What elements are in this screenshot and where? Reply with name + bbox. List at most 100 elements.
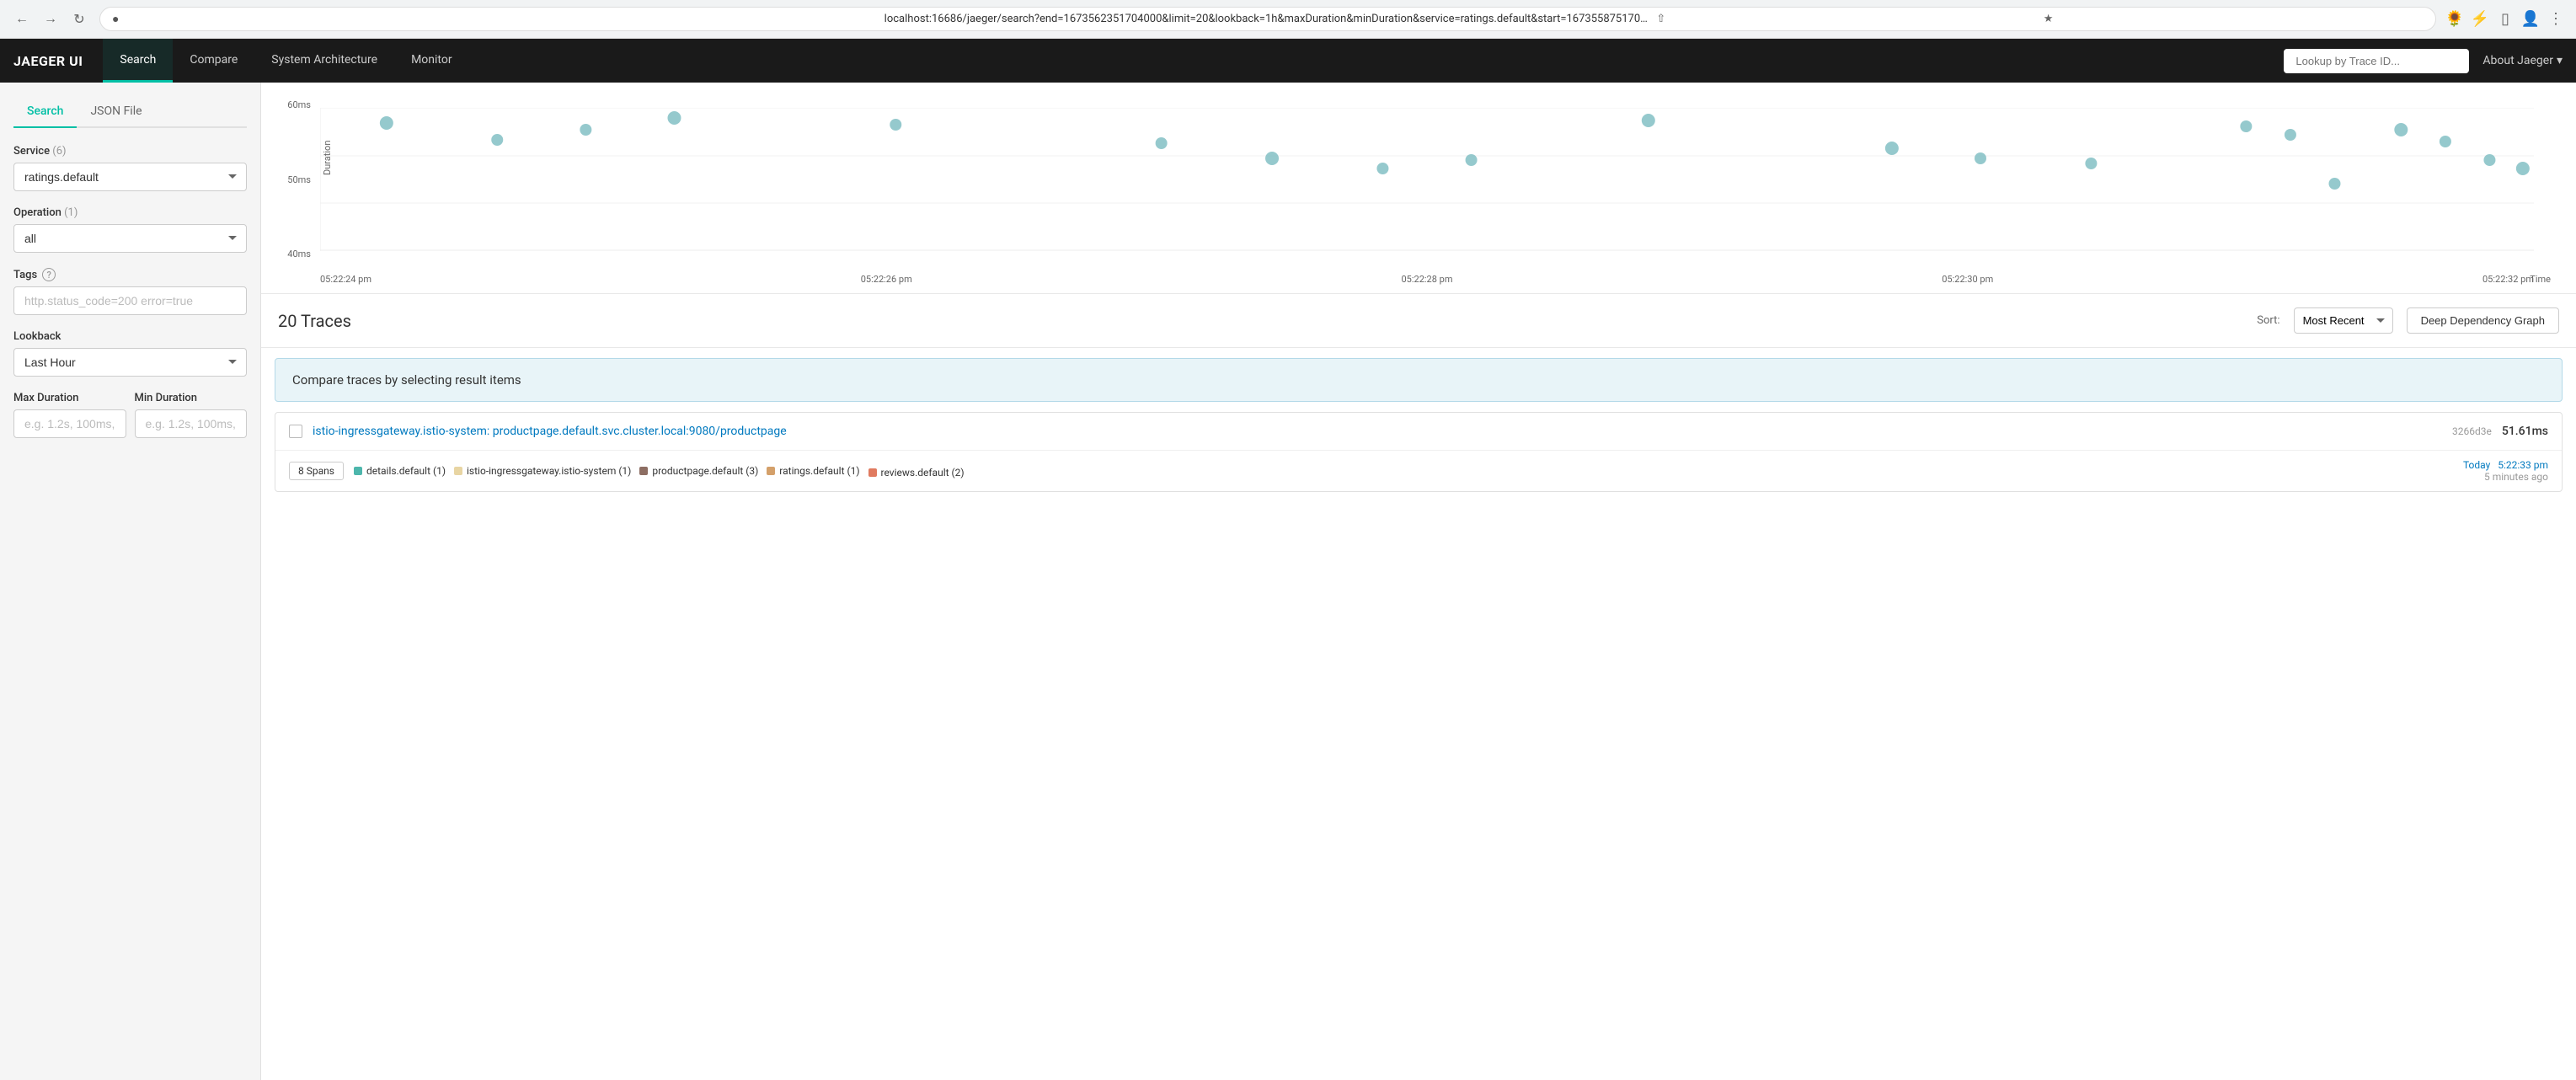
max-duration-input[interactable] (13, 409, 126, 438)
dot[interactable] (380, 116, 393, 130)
trace-spans-row: 8 Spans details.default (1) istio-ingres… (275, 451, 2562, 491)
operation-select[interactable]: all (13, 224, 247, 253)
dot[interactable] (1265, 152, 1279, 165)
trace-id: 3266d3e (2452, 425, 2492, 437)
trace-title[interactable]: istio-ingressgateway.istio-system: produ… (313, 425, 2442, 438)
extension-icon-2[interactable]: ⚡ (2470, 9, 2490, 29)
extension-icon-4[interactable]: 👤 (2520, 9, 2541, 29)
dot[interactable] (491, 134, 503, 146)
extension-icon-1[interactable]: 🌻 (2445, 9, 2465, 29)
nav-link-monitor[interactable]: Monitor (394, 39, 469, 83)
menu-icon[interactable]: ⋮ (2546, 9, 2566, 29)
service-dot-istio (454, 467, 462, 475)
x-label-4: 05:22:30 pm (1942, 274, 1993, 285)
dot[interactable] (2285, 129, 2296, 141)
scatter-plot: 60ms 50ms 40ms (278, 99, 2551, 285)
service-select[interactable]: ratings.default (13, 163, 247, 191)
service-tag-istio: istio-ingressgateway.istio-system (1) (454, 463, 631, 479)
trace-time-today: Today 5:22:33 pm (2463, 459, 2548, 471)
compare-banner: Compare traces by selecting result items (275, 358, 2563, 402)
dot[interactable] (1376, 163, 1388, 174)
trace-checkbox[interactable] (289, 425, 302, 438)
nav-link-compare[interactable]: Compare (173, 39, 254, 83)
trace-lookup-input[interactable] (2284, 49, 2469, 73)
deep-dependency-graph-button[interactable]: Deep Dependency Graph (2407, 307, 2559, 334)
y-axis-labels: 60ms 50ms 40ms (278, 99, 316, 259)
tags-help-icon[interactable]: ? (42, 268, 56, 281)
forward-button[interactable]: → (39, 8, 62, 31)
tags-label: Tags ? (13, 268, 247, 281)
service-tag-reviews: reviews.default (2) (868, 467, 965, 479)
service-tag-ratings: ratings.default (1) (767, 463, 859, 479)
y-label-40ms: 40ms (287, 249, 311, 259)
dot[interactable] (580, 124, 591, 136)
max-duration-label: Max Duration (13, 392, 126, 404)
sort-select[interactable]: Most RecentLongest FirstShortest FirstMo… (2294, 307, 2393, 334)
service-dot-productpage (639, 467, 648, 475)
lookback-select[interactable]: Last HourLast 6 HoursLast 12 HoursLast 2… (13, 348, 247, 377)
scatter-container: 60ms 50ms 40ms (261, 83, 2576, 294)
refresh-button[interactable]: ↻ (67, 8, 91, 31)
browser-chrome: ← → ↻ ● localhost:16686/jaeger/search?en… (0, 0, 2576, 39)
tab-search[interactable]: Search (13, 96, 77, 128)
service-dot-ratings (767, 467, 775, 475)
main-layout: Search JSON File Service (6) ratings.def… (0, 83, 2576, 1080)
dot[interactable] (2085, 158, 2097, 169)
dot[interactable] (2328, 178, 2340, 190)
min-duration-group: Min Duration (135, 392, 248, 438)
dot[interactable] (890, 119, 901, 131)
trace-time-ago: 5 minutes ago (2484, 471, 2548, 483)
dot[interactable] (2516, 162, 2530, 175)
dot[interactable] (1466, 154, 1478, 166)
min-duration-label: Min Duration (135, 392, 248, 404)
tags-input[interactable] (13, 286, 247, 315)
about-jaeger-link[interactable]: About Jaeger ▾ (2482, 54, 2563, 67)
y-label-60ms: 60ms (287, 99, 311, 110)
min-duration-input[interactable] (135, 409, 248, 438)
back-button[interactable]: ← (10, 8, 34, 31)
scatter-svg (320, 108, 2534, 251)
sort-label: Sort: (2257, 314, 2279, 327)
dot[interactable] (1975, 152, 1986, 164)
navbar: JAEGER UI Search Compare System Architec… (0, 39, 2576, 83)
duration-row: Max Duration Min Duration (13, 392, 247, 453)
chevron-down-icon: ▾ (2557, 54, 2563, 67)
traces-header: 20 Traces Sort: Most RecentLongest First… (261, 294, 2576, 348)
spans-badge: 8 Spans (289, 462, 344, 480)
dot[interactable] (1642, 114, 1655, 127)
bookmark-icon[interactable]: ★ (2044, 13, 2424, 25)
trace-item: istio-ingressgateway.istio-system: produ… (275, 412, 2563, 492)
lookback-label: Lookback (13, 330, 247, 343)
max-duration-group: Max Duration (13, 392, 126, 438)
service-tags: details.default (1) istio-ingressgateway… (354, 463, 2453, 479)
dot[interactable] (2483, 154, 2495, 166)
address-bar[interactable]: ● localhost:16686/jaeger/search?end=1673… (99, 7, 2436, 31)
trace-duration: 51.61ms (2502, 425, 2548, 438)
nav-links: Search Compare System Architecture Monit… (103, 39, 2284, 83)
sidebar: Search JSON File Service (6) ratings.def… (0, 83, 261, 1080)
dot[interactable] (1885, 142, 1899, 155)
extension-icon-3[interactable]: ▯ (2495, 9, 2515, 29)
tab-json-file[interactable]: JSON File (77, 96, 155, 128)
nav-link-system-architecture[interactable]: System Architecture (254, 39, 394, 83)
service-tag-productpage: productpage.default (3) (639, 463, 758, 479)
sidebar-tabs: Search JSON File (13, 96, 247, 128)
lookback-group: Lookback Last HourLast 6 HoursLast 12 Ho… (13, 330, 247, 377)
tags-group: Tags ? (13, 268, 247, 315)
x-label-5: 05:22:32 pm (2482, 274, 2534, 285)
duration-axis-title: Duration (322, 108, 333, 175)
share-icon[interactable]: ⇧ (1656, 13, 2036, 25)
operation-label: Operation (1) (13, 206, 247, 219)
dot[interactable] (2440, 136, 2451, 147)
x-axis-labels: 05:22:24 pm 05:22:26 pm 05:22:28 pm 05:2… (320, 274, 2534, 285)
service-dot-details (354, 467, 362, 475)
time-axis-label: Time (2530, 274, 2551, 285)
dot[interactable] (2394, 123, 2408, 136)
service-group: Service (6) ratings.default (13, 145, 247, 191)
trace-header: istio-ingressgateway.istio-system: produ… (275, 413, 2562, 451)
traces-count: 20 Traces (278, 311, 2243, 331)
nav-link-search[interactable]: Search (103, 39, 173, 83)
dot[interactable] (1156, 137, 1168, 149)
dot[interactable] (2240, 120, 2252, 132)
dot[interactable] (667, 111, 681, 125)
